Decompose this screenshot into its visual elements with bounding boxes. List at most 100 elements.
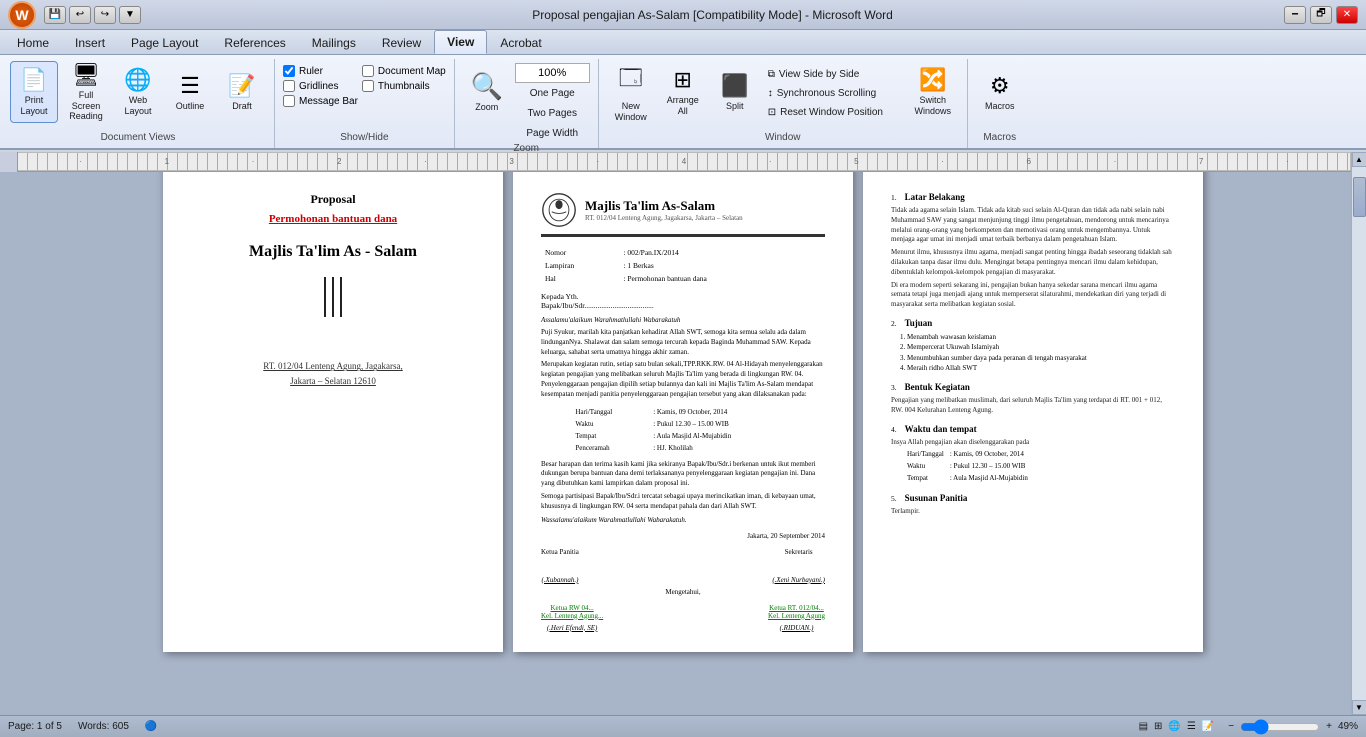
print-layout-button[interactable]: 📄 Print Layout <box>10 61 58 123</box>
zoom-button[interactable]: 🔍 Zoom <box>463 61 511 123</box>
thumbnails-check[interactable]: Thumbnails <box>362 80 446 92</box>
kepada-name: Bapak/Ibu/Sdr...........................… <box>541 301 825 310</box>
new-window-button[interactable]: 🗔 New Window <box>607 61 655 123</box>
org-logo <box>541 192 577 228</box>
schedule-table: Hari/Tanggal: Kamis, 09 October, 2014 Wa… <box>569 405 796 455</box>
quick-save-btn[interactable]: 💾 <box>44 6 66 24</box>
line2 <box>332 277 334 317</box>
nama-heri: (.Heri Efendi, SE) <box>541 624 603 632</box>
status-bar: Page: 1 of 5 Words: 605 🔵 ▤ ⊞ 🌐 ☰ 📝 − + … <box>0 715 1366 737</box>
zoom-percent-box[interactable]: 100% <box>515 63 590 83</box>
message-bar-checkbox[interactable] <box>283 95 295 107</box>
macros-label: Macros <box>985 101 1015 112</box>
office-button[interactable]: W <box>8 1 36 29</box>
tab-acrobat[interactable]: Acrobat <box>487 31 554 54</box>
tab-insert[interactable]: Insert <box>62 31 118 54</box>
zoom-minus[interactable]: − <box>1228 721 1234 732</box>
tujuan-list: Menambah wawasan keislaman Mempercerat U… <box>907 332 1175 374</box>
undo-btn[interactable]: ↩ <box>69 6 91 24</box>
tab-mailings[interactable]: Mailings <box>299 31 369 54</box>
scroll-thumb[interactable] <box>1353 177 1366 217</box>
print-layout-label: Print Layout <box>13 95 55 117</box>
sync-scroll-label: Synchronous Scrolling <box>777 88 877 99</box>
section4-header: 4. Waktu dan tempat <box>891 424 1175 438</box>
zoom-slider[interactable] <box>1240 719 1320 735</box>
layout-view-icon[interactable]: ▤ <box>1139 721 1148 732</box>
one-page-button[interactable]: One Page <box>515 84 590 103</box>
zoom-icon: 🔍 <box>471 71 503 102</box>
signature-area-2: Ketua RW 04... Kel. Lenteng Agung... (.H… <box>541 604 825 632</box>
switch-windows-button[interactable]: 🔀 Switch Windows <box>907 61 959 123</box>
tab-page-layout[interactable]: Page Layout <box>118 31 211 54</box>
vertical-scrollbar[interactable]: ▲ ▼ <box>1351 152 1366 715</box>
section5-header: 5. Susunan Panitia <box>891 493 1175 507</box>
page-3: 1. Latar Belakang Tidak ada agama selain… <box>863 162 1203 652</box>
p1-title: Proposal <box>191 192 475 207</box>
outline-label: Outline <box>176 101 205 112</box>
message-bar-check[interactable]: Message Bar <box>283 95 358 107</box>
org-name-header: Majlis Ta'lim As-Salam <box>585 198 743 214</box>
thumbnails-checkbox[interactable] <box>362 80 374 92</box>
line3 <box>340 277 342 317</box>
web-layout-label: Web Layout <box>117 95 159 117</box>
status-icon: 🔵 <box>145 721 157 732</box>
document-map-checkbox[interactable] <box>362 65 374 77</box>
group-show-hide: Ruler Gridlines Message Bar Document Map… <box>275 59 455 148</box>
synchronous-scrolling-button[interactable]: ↕ Synchronous Scrolling <box>763 84 903 102</box>
word-count: Words: 605 <box>78 721 129 732</box>
ribbon-tabs: Home Insert Page Layout References Maili… <box>0 30 1366 55</box>
redo-btn[interactable]: ↪ <box>94 6 116 24</box>
close-btn[interactable]: ✕ <box>1336 6 1358 24</box>
restore-btn[interactable]: 🗗 <box>1310 6 1332 24</box>
tab-review[interactable]: Review <box>369 31 434 54</box>
zoom-plus[interactable]: + <box>1326 721 1332 732</box>
draft-button[interactable]: 📝 Draft <box>218 61 266 123</box>
show-hide-content: Ruler Gridlines Message Bar Document Map… <box>283 61 446 132</box>
letter-body1: Puji Syukur, marilah kita panjatkan keha… <box>541 328 825 357</box>
full-screen-icon: 🖥 <box>72 62 100 88</box>
tujuan-item3: Menumbuhkan sumber daya pada peranan di … <box>907 353 1175 364</box>
scroll-track[interactable] <box>1352 167 1366 700</box>
gridlines-check[interactable]: Gridlines <box>283 80 358 92</box>
one-page-label: One Page <box>530 88 575 99</box>
document-map-check[interactable]: Document Map <box>362 65 446 77</box>
ruler-check[interactable]: Ruler <box>283 65 358 77</box>
draft-view-icon[interactable]: 📝 <box>1202 721 1214 732</box>
letter-to: Kepada Yth. Bapak/Ibu/Sdr...............… <box>541 292 825 310</box>
scroll-down-arrow[interactable]: ▼ <box>1352 700 1366 715</box>
horizontal-ruler: ·1·2·3·4·5·6·7· <box>18 152 1351 171</box>
view-side-by-side-label: View Side by Side <box>779 69 859 80</box>
view-side-by-side-button[interactable]: ⧉ View Side by Side <box>763 65 903 83</box>
section-latar-belakang: 1. Latar Belakang Tidak ada agama selain… <box>891 192 1175 310</box>
page-width-button[interactable]: Page Width <box>515 124 590 143</box>
gridlines-checkbox[interactable] <box>283 80 295 92</box>
macros-button[interactable]: ⚙ Macros <box>976 61 1024 123</box>
arrange-all-button[interactable]: ⊞ Arrange All <box>659 61 707 123</box>
outline-view-icon[interactable]: ☰ <box>1187 721 1196 732</box>
outline-icon: ☰ <box>180 73 200 99</box>
ruler-checkbox[interactable] <box>283 65 295 77</box>
customize-btn[interactable]: ▼ <box>119 6 141 24</box>
tab-view[interactable]: View <box>434 30 487 54</box>
full-screen-reading-button[interactable]: 🖥 Full ScreenReading <box>62 61 110 123</box>
outline-button[interactable]: ☰ Outline <box>166 61 214 123</box>
closing1: Besar harapan dan terima kasih kami jika… <box>541 460 825 489</box>
scroll-up-arrow[interactable]: ▲ <box>1352 152 1366 167</box>
window-title: Proposal pengajian As-Salam [Compatibili… <box>141 8 1284 22</box>
letter-body2: Merupakan kegiatan rutin, setiap satu bu… <box>541 360 825 399</box>
p1-address-line2: Jakarta – Selatan 12610 <box>191 374 475 388</box>
reset-window-position-button[interactable]: ⊡ Reset Window Position <box>763 103 903 121</box>
salutation: Assalamu'alaikum Warahmatlullahi Wabarak… <box>541 316 825 324</box>
full-read-icon[interactable]: ⊞ <box>1154 721 1162 732</box>
web-view-icon[interactable]: 🌐 <box>1168 721 1180 732</box>
web-layout-button[interactable]: 🌐 Web Layout <box>114 61 162 123</box>
window-content: 🗔 New Window ⊞ Arrange All ⬛ Split ⧉ Vie… <box>607 61 959 132</box>
minimize-btn[interactable]: 🗕 <box>1284 6 1306 24</box>
split-button[interactable]: ⬛ Split <box>711 61 759 123</box>
sig-sekretaris: Sekretaris (.Xeni Nurbayani.) <box>772 548 825 584</box>
ruler-area: ·1·2·3·4·5·6·7· <box>0 152 1351 172</box>
page-info: Page: 1 of 5 <box>8 721 62 732</box>
two-pages-button[interactable]: Two Pages <box>515 104 590 123</box>
tab-references[interactable]: References <box>211 31 298 54</box>
tab-home[interactable]: Home <box>4 31 62 54</box>
